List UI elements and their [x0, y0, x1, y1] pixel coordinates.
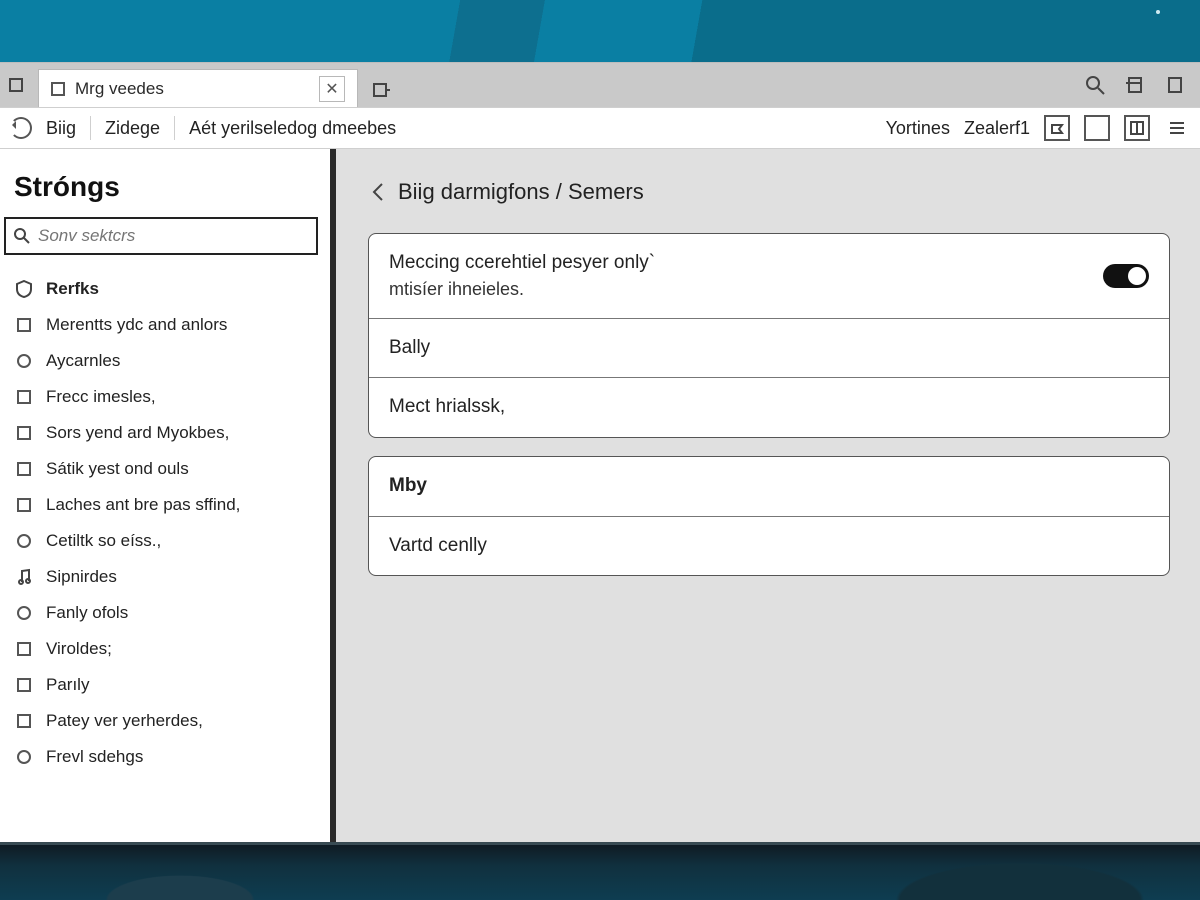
desktop-wallpaper-bottom	[0, 842, 1200, 900]
content-breadcrumb[interactable]: Biig darmigfons / Semers	[368, 179, 1170, 205]
sidebar-item-label: Patey ver yerherdes,	[46, 711, 203, 731]
circ-icon	[14, 531, 34, 551]
history-icon[interactable]	[1124, 115, 1150, 141]
sidebar-item-label: Fanly ofols	[46, 603, 128, 623]
sidebar-item[interactable]: Fanly ofols	[0, 595, 330, 631]
tab-favicon	[51, 82, 65, 96]
search-icon[interactable]	[1084, 74, 1106, 96]
sidebar-item-label: Merentts ydc and anlors	[46, 315, 227, 335]
sidebar-item[interactable]: Frecc imesles,	[0, 379, 330, 415]
toolbar-link[interactable]: Yortines	[886, 118, 950, 139]
settings-page: Stróngs Rerfks Merentts ydc and anlors Ayc…	[0, 149, 1200, 842]
search-icon	[14, 228, 30, 244]
box-icon	[14, 315, 34, 335]
new-tab-button[interactable]	[366, 71, 396, 107]
browser-tab[interactable]: Mrg veedes ✕	[38, 69, 358, 107]
breadcrumb-segment[interactable]: Aét yerilseledog dmeebes	[189, 118, 396, 139]
breadcrumb-text: Biig darmigfons / Semers	[398, 179, 644, 205]
favorites-icon[interactable]	[1084, 115, 1110, 141]
toolbar-link[interactable]: Zealerf1	[964, 118, 1030, 139]
box-icon	[14, 387, 34, 407]
sidebar-item[interactable]: Laches ant bre pas sffind,	[0, 487, 330, 523]
reload-icon[interactable]	[10, 117, 32, 139]
row-title: Meccing ccerehtiel pesyer only`	[389, 252, 655, 273]
sidebar-item[interactable]: Cetiltk so eíss.,	[0, 523, 330, 559]
browser-window: Mrg veedes ✕ Biig Zidege Aét yerilseledo…	[0, 62, 1200, 842]
sidebar-item[interactable]: Sipnirdes	[0, 559, 330, 595]
toolbar: Biig Zidege Aét yerilseledog dmeebes Yor…	[0, 107, 1200, 149]
settings-row[interactable]: Mect hrialssk,	[369, 377, 1169, 437]
box-icon	[14, 639, 34, 659]
sidebar-item-label: Sátik yest ond ouls	[46, 459, 189, 479]
window-control[interactable]	[2, 63, 30, 107]
extensions-icon[interactable]	[1044, 115, 1070, 141]
overflow-icon[interactable]	[1164, 74, 1186, 96]
settings-row[interactable]: Vartd cenlly	[369, 516, 1169, 576]
sidebar-item[interactable]: Parıly	[0, 667, 330, 703]
settings-search[interactable]	[4, 217, 318, 255]
settings-content: Biig darmigfons / Semers Meccing ccereht…	[336, 149, 1200, 842]
settings-nav: Rerfks Merentts ydc and anlors Aycarnles Fr…	[0, 267, 330, 834]
sidebar-item-label: Aycarnles	[46, 351, 120, 371]
box-icon	[14, 423, 34, 443]
sidebar-heading: Stróngs	[0, 149, 330, 217]
sidebar-item-label: Frevl sdehgs	[46, 747, 143, 767]
circ-icon	[14, 603, 34, 623]
box-icon	[14, 495, 34, 515]
note-icon	[14, 567, 34, 587]
sidebar-item-label: Sipnirdes	[46, 567, 117, 587]
box-icon	[14, 711, 34, 731]
box-icon	[14, 459, 34, 479]
sidebar-item[interactable]: Merentts ydc and anlors	[0, 307, 330, 343]
tab-close-button[interactable]: ✕	[319, 76, 345, 102]
settings-row: Meccing ccerehtiel pesyer only` mtisíer …	[369, 234, 1169, 318]
settings-row-header: Mby	[369, 457, 1169, 516]
tab-title: Mrg veedes	[75, 79, 309, 99]
breadcrumb-segment[interactable]: Zidege	[105, 118, 160, 139]
back-icon[interactable]	[368, 182, 388, 202]
sidebar-item-label: Rerfks	[46, 279, 99, 299]
toggle-switch[interactable]	[1103, 264, 1149, 288]
sidebar-item[interactable]: Aycarnles	[0, 343, 330, 379]
sidebar-item-label: Cetiltk so eíss.,	[46, 531, 161, 551]
circ-icon	[14, 747, 34, 767]
tab-strip: Mrg veedes ✕	[0, 63, 1200, 107]
sidebar-item-label: Sors yend ard Myokbes,	[46, 423, 229, 443]
settings-sidebar: Stróngs Rerfks Merentts ydc and anlors Ayc…	[0, 149, 336, 842]
sidebar-item-label: Frecc imesles,	[46, 387, 156, 407]
row-subtitle: mtisíer ihneieles.	[389, 277, 1103, 302]
breadcrumb-segment[interactable]: Biig	[46, 118, 76, 139]
sidebar-item-label: Viroldes;	[46, 639, 112, 659]
settings-row[interactable]: Bally	[369, 318, 1169, 378]
settings-group: Mby Vartd cenlly	[368, 456, 1170, 576]
sidebar-item-label: Laches ant bre pas sffind,	[46, 495, 240, 515]
collections-icon[interactable]	[1124, 74, 1146, 96]
settings-search-input[interactable]	[38, 226, 308, 246]
sidebar-item[interactable]: Viroldes;	[0, 631, 330, 667]
circ-icon	[14, 351, 34, 371]
settings-group: Meccing ccerehtiel pesyer only` mtisíer …	[368, 233, 1170, 438]
sidebar-item-label: Parıly	[46, 675, 89, 695]
sidebar-item[interactable]: Rerfks	[0, 271, 330, 307]
sidebar-item[interactable]: Frevl sdehgs	[0, 739, 330, 775]
desktop-wallpaper-top	[0, 0, 1200, 62]
sidebar-item[interactable]: Patey ver yerherdes,	[0, 703, 330, 739]
sidebar-item[interactable]: Sátik yest ond ouls	[0, 451, 330, 487]
shield-icon	[14, 279, 34, 299]
sidebar-item[interactable]: Sors yend ard Myokbes,	[0, 415, 330, 451]
box-icon	[14, 675, 34, 695]
more-icon[interactable]	[1164, 115, 1190, 141]
